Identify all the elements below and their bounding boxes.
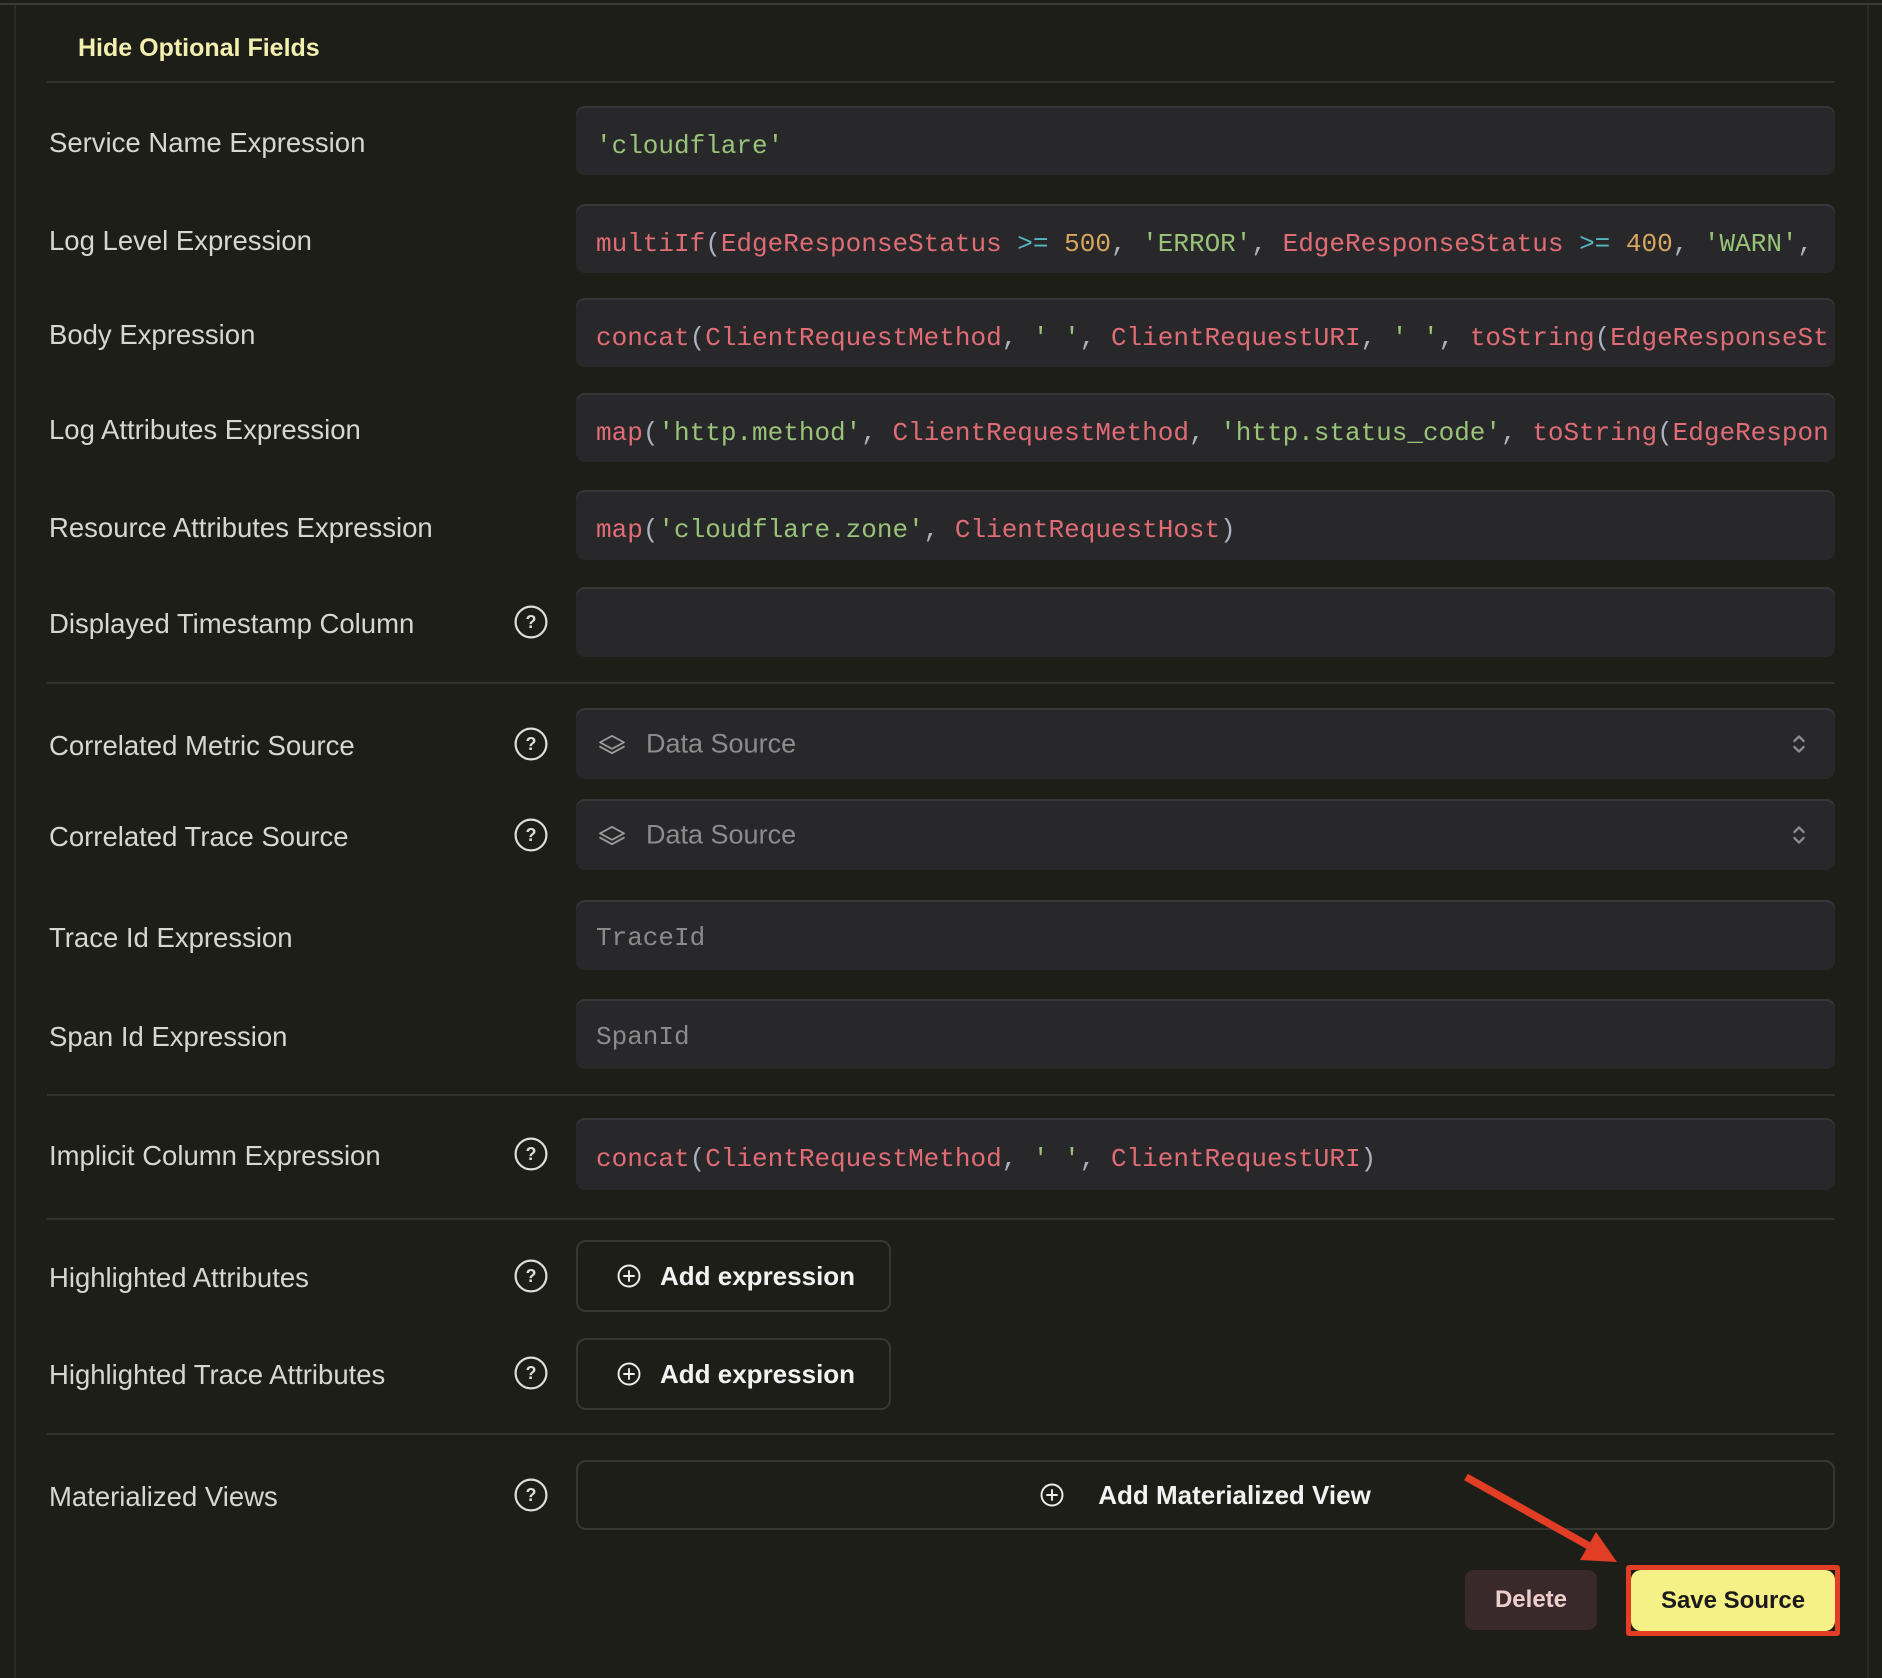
svg-text:?: ? xyxy=(526,1266,537,1286)
svg-text:?: ? xyxy=(526,1485,537,1505)
svg-text:?: ? xyxy=(526,1144,537,1164)
svg-text:?: ? xyxy=(526,612,537,632)
svg-text:?: ? xyxy=(526,734,537,754)
svg-text:?: ? xyxy=(526,1363,537,1383)
svg-text:?: ? xyxy=(526,825,537,845)
